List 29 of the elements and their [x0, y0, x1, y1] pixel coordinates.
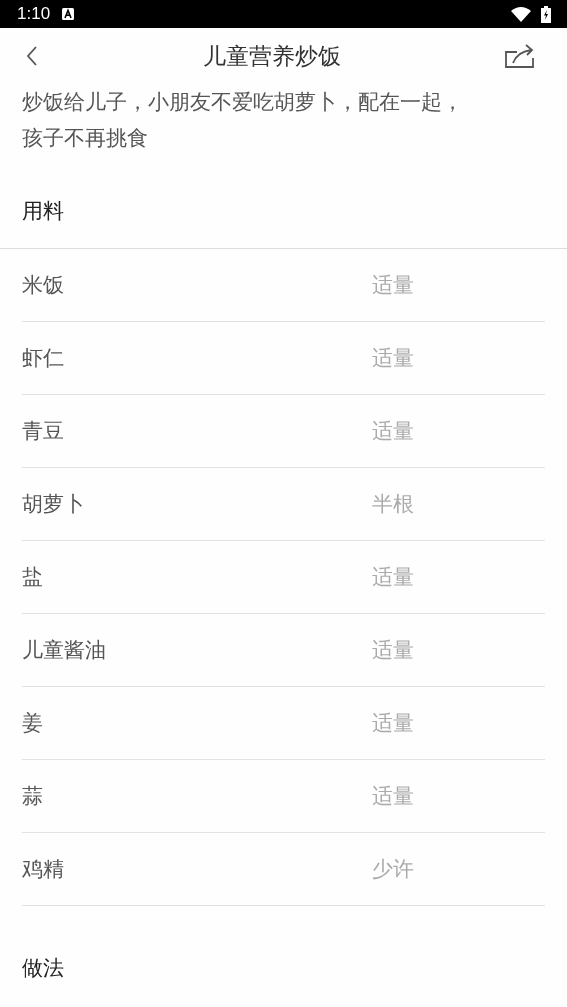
ingredient-amount: 适量: [372, 272, 415, 299]
description-text: 孩子不再挑食: [22, 125, 149, 152]
ingredient-name: 儿童酱油: [22, 637, 107, 664]
ingredient-name: 虾仁: [22, 345, 65, 372]
ingredient-name: 胡萝卜: [22, 491, 86, 518]
ingredient-name: 蒜: [22, 783, 44, 810]
ingredient-amount: 适量: [372, 637, 415, 664]
share-icon[interactable]: [505, 44, 535, 68]
ingredient-amount: 半根: [372, 491, 415, 518]
section-heading: 用料: [22, 198, 64, 225]
wifi-icon: [511, 6, 531, 22]
ingredient-name: 姜: [22, 710, 44, 737]
ingredient-name: 盐: [22, 564, 44, 591]
ingredient-amount: 适量: [372, 345, 415, 372]
ingredient-amount: 适量: [372, 783, 415, 810]
ingredient-amount: 少许: [372, 856, 415, 883]
section-heading: 做法: [22, 955, 64, 982]
page-title: 儿童营养炒饭: [201, 41, 342, 71]
ingredient-name: 米饭: [22, 272, 65, 299]
description-text: 炒饭给儿子，小朋友不爱吃胡萝卜，配在一起，: [22, 89, 464, 116]
battery-icon: [541, 5, 551, 23]
ingredient-amount: 适量: [372, 418, 415, 445]
ingredient-amount: 适量: [372, 710, 415, 737]
back-icon[interactable]: [26, 46, 38, 66]
ingredient-name: 鸡精: [22, 856, 65, 883]
ingredient-name: 青豆: [22, 418, 65, 445]
ingredient-amount: 适量: [372, 564, 415, 591]
notification-icon: [62, 8, 75, 20]
status-time: 1:10: [17, 4, 51, 24]
